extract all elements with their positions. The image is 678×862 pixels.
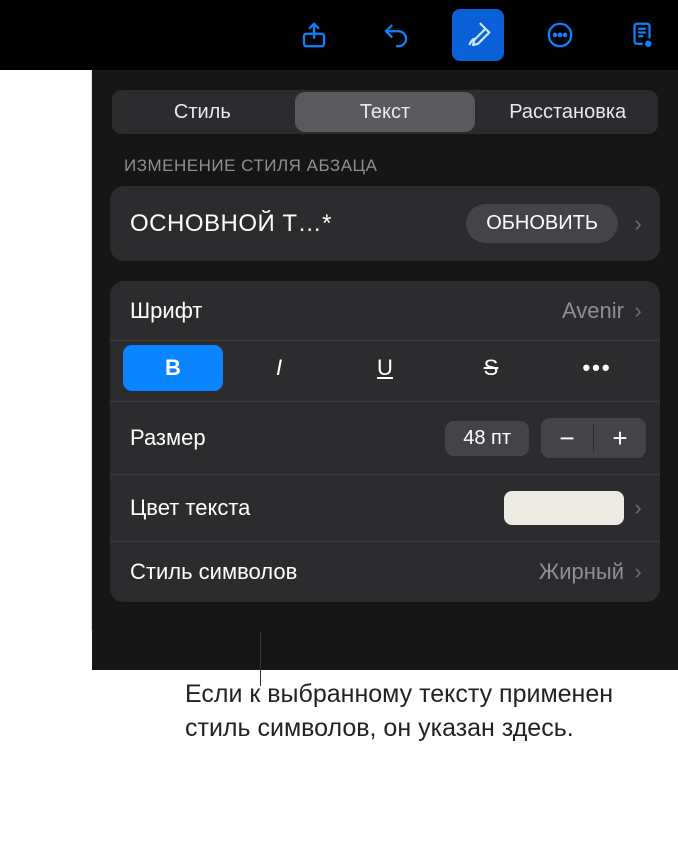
chevron-right-icon: › <box>630 211 646 237</box>
update-style-button[interactable]: ОБНОВИТЬ <box>466 204 618 243</box>
section-label-paragraph-style: ИЗМЕНЕНИЕ СТИЛЯ АБЗАЦА <box>124 156 646 176</box>
tab-style[interactable]: Стиль <box>112 90 293 134</box>
underline-button[interactable]: U <box>335 345 435 391</box>
more-icon[interactable] <box>534 9 586 61</box>
character-style-value: Жирный <box>539 559 624 585</box>
size-decrease-button[interactable]: − <box>541 418 593 458</box>
format-panel: Стиль Текст Расстановка ИЗМЕНЕНИЕ СТИЛЯ … <box>92 70 678 670</box>
top-toolbar <box>0 0 678 70</box>
share-icon[interactable] <box>288 9 340 61</box>
tab-arrange[interactable]: Расстановка <box>477 90 658 134</box>
font-value: Avenir <box>562 298 624 324</box>
strikethrough-button[interactable]: S <box>441 345 541 391</box>
size-label: Размер <box>130 425 445 451</box>
callout-annotation: Если к выбранному тексту применен стиль … <box>185 678 615 746</box>
bold-button[interactable]: B <box>123 345 223 391</box>
paragraph-style-card: ОСНОВНОЙ Т…* ОБНОВИТЬ › <box>110 186 660 261</box>
size-value[interactable]: 48 пт <box>445 421 529 456</box>
text-options-card: Шрифт Avenir › B I U S ••• Размер 48 пт … <box>110 281 660 602</box>
more-format-button[interactable]: ••• <box>547 345 647 391</box>
character-style-label: Стиль символов <box>130 559 539 585</box>
paragraph-style-name: ОСНОВНОЙ Т…* <box>130 210 454 238</box>
font-label: Шрифт <box>130 298 562 324</box>
document-canvas-strip <box>0 70 92 630</box>
text-color-row[interactable]: Цвет текста › <box>110 475 660 542</box>
character-style-row[interactable]: Стиль символов Жирный › <box>110 542 660 602</box>
undo-icon[interactable] <box>370 9 422 61</box>
chevron-right-icon: › <box>630 559 646 585</box>
format-brush-icon[interactable] <box>452 9 504 61</box>
size-stepper: − + <box>541 418 646 458</box>
format-button-bar: B I U S ••• <box>110 341 660 402</box>
paragraph-style-row[interactable]: ОСНОВНОЙ Т…* ОБНОВИТЬ › <box>110 186 660 261</box>
text-color-label: Цвет текста <box>130 495 504 521</box>
tab-text[interactable]: Текст <box>295 92 476 132</box>
italic-button[interactable]: I <box>229 345 329 391</box>
panel-tabs: Стиль Текст Расстановка <box>112 90 658 134</box>
size-increase-button[interactable]: + <box>594 418 646 458</box>
callout-text: Если к выбранному тексту применен стиль … <box>185 678 615 746</box>
font-row[interactable]: Шрифт Avenir › <box>110 281 660 341</box>
text-color-swatch[interactable] <box>504 491 624 525</box>
chevron-right-icon: › <box>630 298 646 324</box>
chevron-right-icon: › <box>630 495 646 521</box>
size-row: Размер 48 пт − + <box>110 402 660 475</box>
document-options-icon[interactable] <box>616 9 668 61</box>
